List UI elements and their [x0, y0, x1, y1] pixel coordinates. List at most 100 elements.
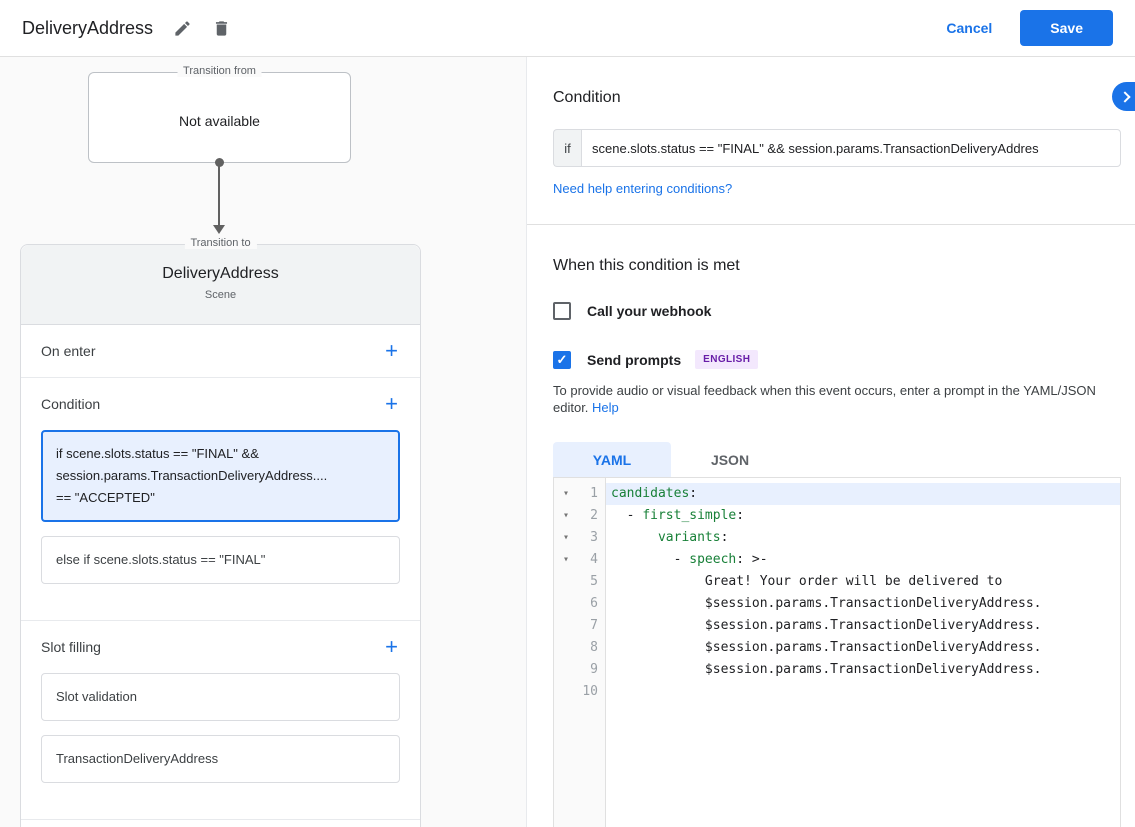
condition-detail-panel: Condition if Need help entering conditio…	[527, 57, 1135, 827]
transition-arrow	[218, 165, 220, 225]
when-met-heading: When this condition is met	[553, 257, 1109, 275]
code-text[interactable]: $session.params.TransactionDeliveryAddre…	[605, 637, 1120, 659]
code-text[interactable]: - speech: >-	[605, 549, 1120, 571]
condition-line: == "ACCEPTED"	[56, 487, 385, 509]
line-number: 6	[578, 593, 605, 615]
editor-tabs: YAML JSON	[553, 442, 1135, 477]
code-text[interactable]	[605, 681, 1120, 703]
edit-icon[interactable]	[173, 19, 192, 38]
webhook-checkbox[interactable]	[553, 302, 571, 320]
cancel-button[interactable]: Cancel	[946, 20, 992, 36]
fold-arrow-icon	[554, 681, 578, 703]
line-number: 1	[578, 483, 605, 505]
fold-arrow-icon[interactable]: ▾	[554, 549, 578, 571]
code-line[interactable]: ▾2 - first_simple:	[554, 505, 1120, 527]
code-line[interactable]: ▾4 - speech: >-	[554, 549, 1120, 571]
app-header: DeliveryAddress Cancel Save	[0, 0, 1135, 57]
chevron-right-icon	[1119, 91, 1130, 102]
fold-arrow-icon	[554, 571, 578, 593]
divider	[527, 224, 1135, 225]
transition-to-box: Transition to DeliveryAddress Scene On e…	[20, 244, 421, 827]
prompt-help-body: To provide audio or visual feedback when…	[553, 383, 1096, 415]
code-line[interactable]: 6 $session.params.TransactionDeliveryAdd…	[554, 593, 1120, 615]
code-line[interactable]: 5 Great! Your order will be delivered to	[554, 571, 1120, 593]
slot-validation-label: Slot validation	[56, 686, 385, 708]
line-number: 8	[578, 637, 605, 659]
condition-line: else if scene.slots.status == "FINAL"	[56, 549, 385, 571]
prompt-help-text: To provide audio or visual feedback when…	[553, 382, 1109, 416]
send-prompts-label[interactable]: Send prompts	[587, 352, 681, 368]
scene-card-header: DeliveryAddress Scene	[21, 245, 420, 325]
slot-filling-row[interactable]: Slot filling +	[21, 621, 420, 673]
on-enter-label: On enter	[41, 343, 95, 359]
scene-type: Scene	[21, 289, 420, 301]
language-badge: ENGLISH	[695, 350, 758, 369]
line-number: 3	[578, 527, 605, 549]
fold-arrow-icon	[554, 637, 578, 659]
tab-yaml[interactable]: YAML	[553, 442, 671, 477]
custom-intent-row[interactable]: Custom intent handling +	[21, 820, 420, 827]
condition-card-selected[interactable]: if scene.slots.status == "FINAL" && sess…	[41, 430, 400, 522]
code-line[interactable]: 10	[554, 681, 1120, 703]
fold-arrow-icon[interactable]: ▾	[554, 483, 578, 505]
slot-card[interactable]: TransactionDeliveryAddress	[41, 735, 400, 783]
fold-arrow-icon[interactable]: ▾	[554, 527, 578, 549]
code-text[interactable]: $session.params.TransactionDeliveryAddre…	[605, 593, 1120, 615]
transition-from-box: Transition from Not available	[88, 72, 351, 163]
line-number: 7	[578, 615, 605, 637]
condition-section-label: Condition	[41, 396, 100, 412]
if-prefix: if	[553, 129, 581, 167]
condition-expression-row: if	[553, 129, 1121, 167]
slot-filling-label: Slot filling	[41, 639, 101, 655]
transition-from-label: Transition from	[177, 65, 262, 77]
checkmark-icon: ✓	[557, 352, 568, 368]
save-button[interactable]: Save	[1020, 10, 1113, 46]
code-text[interactable]: $session.params.TransactionDeliveryAddre…	[605, 615, 1120, 637]
add-slot-icon[interactable]: +	[385, 636, 398, 658]
condition-line: session.params.TransactionDeliveryAddres…	[56, 465, 385, 487]
transition-arrow-head	[213, 225, 225, 234]
condition-line: if scene.slots.status == "FINAL" &&	[56, 443, 385, 465]
fold-arrow-icon	[554, 615, 578, 637]
code-line[interactable]: 8 $session.params.TransactionDeliveryAdd…	[554, 637, 1120, 659]
add-condition-icon[interactable]: +	[385, 393, 398, 415]
scene-graph-panel: Transition from Not available Transition…	[0, 57, 527, 827]
line-number: 10	[578, 681, 605, 703]
code-text[interactable]: variants:	[605, 527, 1120, 549]
page-title: DeliveryAddress	[22, 18, 153, 39]
condition-card-else[interactable]: else if scene.slots.status == "FINAL"	[41, 536, 400, 584]
delete-icon[interactable]	[212, 19, 231, 38]
code-text[interactable]: candidates:	[605, 483, 1120, 505]
fold-arrow-icon	[554, 659, 578, 681]
line-number: 2	[578, 505, 605, 527]
fold-arrow-icon[interactable]: ▾	[554, 505, 578, 527]
transition-to-label: Transition to	[184, 237, 256, 249]
help-link[interactable]: Help	[592, 400, 619, 415]
code-text[interactable]: - first_simple:	[605, 505, 1120, 527]
code-text[interactable]: $session.params.TransactionDeliveryAddre…	[605, 659, 1120, 681]
code-line[interactable]: 9 $session.params.TransactionDeliveryAdd…	[554, 659, 1120, 681]
condition-section-row[interactable]: Condition +	[21, 378, 420, 430]
on-enter-row[interactable]: On enter +	[21, 325, 420, 377]
conditions-help-link[interactable]: Need help entering conditions?	[553, 181, 732, 196]
send-prompts-checkbox[interactable]: ✓	[553, 351, 571, 369]
add-on-enter-icon[interactable]: +	[385, 340, 398, 362]
code-line[interactable]: ▾1candidates:	[554, 483, 1120, 505]
webhook-label[interactable]: Call your webhook	[587, 303, 711, 319]
line-number: 5	[578, 571, 605, 593]
transition-from-value: Not available	[89, 73, 350, 129]
slot-validation-card[interactable]: Slot validation	[41, 673, 400, 721]
code-text[interactable]: Great! Your order will be delivered to	[605, 571, 1120, 593]
code-line[interactable]: ▾3 variants:	[554, 527, 1120, 549]
collapse-panel-button[interactable]	[1112, 82, 1135, 111]
scene-name: DeliveryAddress	[21, 265, 420, 283]
condition-heading: Condition	[553, 57, 1109, 107]
line-number: 9	[578, 659, 605, 681]
fold-arrow-icon	[554, 593, 578, 615]
condition-input[interactable]	[581, 129, 1121, 167]
slot-name-label: TransactionDeliveryAddress	[56, 748, 385, 770]
tab-json[interactable]: JSON	[671, 442, 789, 477]
line-number: 4	[578, 549, 605, 571]
yaml-editor[interactable]: ▾1candidates: ▾2 - first_simple: ▾3 vari…	[553, 477, 1121, 827]
code-line[interactable]: 7 $session.params.TransactionDeliveryAdd…	[554, 615, 1120, 637]
